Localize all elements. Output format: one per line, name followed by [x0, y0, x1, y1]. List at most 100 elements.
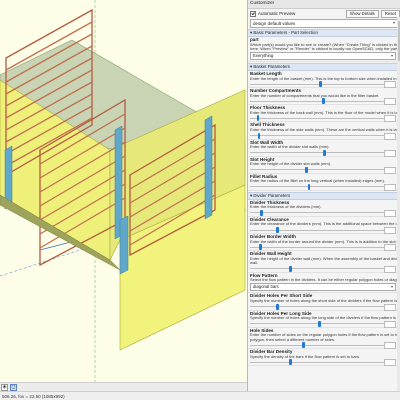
- slider-track: [250, 344, 384, 346]
- param-slider[interactable]: [250, 265, 396, 273]
- param-value-spinbox[interactable]: [384, 149, 396, 157]
- slider-track: [250, 117, 384, 119]
- divider-param-list: Divider Thickness Enter the thickness of …: [248, 200, 400, 273]
- slider-thumb[interactable]: [256, 115, 260, 122]
- slider-thumb[interactable]: [276, 303, 279, 310]
- customizer-panel: Customizer Automatic Preview Show Detail…: [247, 0, 400, 391]
- slider-thumb[interactable]: [276, 227, 279, 234]
- divider-param-2: Divider Border Width Enter the width of t…: [248, 234, 400, 252]
- group-basic-parameters[interactable]: ▾ Basic Parameters - Part Selection: [248, 29, 400, 37]
- param-slider[interactable]: [250, 81, 396, 89]
- param-slider[interactable]: [250, 149, 396, 157]
- param-value-spinbox[interactable]: [384, 132, 396, 140]
- slider-thumb[interactable]: [259, 244, 262, 251]
- slider-track: [250, 135, 384, 137]
- view-toolbar: ◈ ◻: [0, 382, 247, 391]
- basket-param-2: Floor Thickness Enter the thickness of th…: [248, 105, 400, 123]
- param-slider[interactable]: [250, 183, 396, 191]
- slider-thumb[interactable]: [318, 320, 321, 327]
- slider-track: [250, 229, 384, 231]
- customizer-title: Customizer: [248, 0, 400, 9]
- slider-track: [250, 186, 384, 188]
- param-value-spinbox[interactable]: [384, 209, 396, 217]
- perspective-icon[interactable]: ◈: [1, 383, 8, 391]
- group-basket-parameters[interactable]: ▾ Basket Parameters: [248, 63, 400, 72]
- group-basket-label: Basket Parameters: [253, 64, 290, 70]
- param-value-spinbox[interactable]: [384, 265, 396, 273]
- basket-param-3: Shell Thickness Enter the thickness of th…: [248, 122, 400, 140]
- scrollbar-thumb[interactable]: [397, 21, 400, 61]
- param-value-spinbox[interactable]: [384, 115, 396, 123]
- part-select[interactable]: Everything: [250, 52, 396, 61]
- basket-param-5: Slot Height Enter the height of the divid…: [248, 157, 400, 174]
- 3d-viewport[interactable]: [0, 0, 247, 382]
- divider-param-3: Divider Wall Height Enter the height of t…: [248, 251, 400, 273]
- slider-track: [250, 306, 384, 307]
- param-slider[interactable]: [250, 98, 396, 106]
- slider-track: [250, 212, 384, 214]
- param-value-spinbox[interactable]: [384, 303, 396, 311]
- automatic-preview-checkbox[interactable]: [250, 10, 256, 17]
- slider-thumb[interactable]: [307, 183, 311, 190]
- slider-thumb[interactable]: [305, 166, 308, 173]
- orthographic-icon[interactable]: ◻: [10, 383, 17, 391]
- group-divider-label: Divider Parameters: [253, 192, 291, 198]
- param-slider[interactable]: [250, 115, 396, 123]
- group-basic-label: Basic Parameters - Part Selection: [253, 30, 318, 35]
- param-value-spinbox[interactable]: [384, 227, 396, 235]
- slider-thumb[interactable]: [257, 132, 261, 139]
- param-flow-pattern: Flow Pattern Select the flow pattern in …: [248, 273, 400, 294]
- param-value-spinbox[interactable]: [384, 244, 396, 252]
- slider-thumb[interactable]: [323, 149, 326, 156]
- show-details-dropdown[interactable]: Show Details: [345, 9, 379, 18]
- slider-track: [250, 361, 384, 363]
- param-slider[interactable]: [250, 303, 396, 311]
- param-desc: Enter the height of the divider wall (mm…: [250, 256, 398, 261]
- slider-track: [250, 169, 384, 171]
- divider-extra-param-0: Divider Holes Per Short Side Specify the …: [248, 293, 400, 311]
- slider-track: [250, 246, 384, 248]
- divider-extra-param-2: Hole Sides Enter the number of sides on t…: [248, 328, 400, 350]
- param-slider[interactable]: [250, 166, 396, 174]
- tail-param-list: Divider Holes Per Short Side Specify the …: [248, 293, 400, 367]
- slider-thumb[interactable]: [289, 265, 292, 272]
- basket-param-0: Basket Length Enter the length of the bas…: [248, 71, 400, 89]
- slider-thumb[interactable]: [260, 209, 263, 216]
- param-slider[interactable]: [250, 227, 396, 235]
- group-divider-parameters[interactable]: ▾ Divider Parameters: [248, 191, 400, 200]
- param-value-spinbox[interactable]: [384, 320, 396, 328]
- flow-pattern-select[interactable]: diagonal bars: [250, 283, 396, 292]
- basket-param-4: Slot Wall Width Enter the width of the di…: [248, 140, 400, 157]
- param-value-spinbox[interactable]: [384, 342, 396, 350]
- slider-thumb[interactable]: [302, 342, 305, 349]
- slider-track: [250, 152, 384, 154]
- slider-track: [250, 100, 384, 102]
- model-render: [0, 0, 247, 382]
- divider-param-1: Divider Clearance Enter the clearance of …: [248, 217, 400, 235]
- param-value-spinbox[interactable]: [384, 183, 396, 191]
- basket-param-list: Basket Length Enter the length of the bas…: [248, 71, 400, 191]
- slider-track: [250, 83, 384, 85]
- param-desc: Select the flow pattern in the dividers.…: [250, 278, 398, 283]
- slider-thumb[interactable]: [319, 81, 322, 88]
- param-slider[interactable]: [250, 132, 396, 140]
- slider-track: [250, 268, 384, 270]
- param-slider[interactable]: [250, 320, 396, 328]
- basket-param-6: Fillet Radius Enter the radius of the fil…: [248, 174, 400, 191]
- param-value-spinbox[interactable]: [384, 81, 396, 89]
- slider-thumb[interactable]: [289, 359, 292, 366]
- param-part: part Which part(s) would you like to see…: [248, 37, 400, 63]
- param-slider[interactable]: [250, 209, 396, 217]
- divider-extra-param-1: Divider Holes Per Long Side Specify the n…: [248, 311, 400, 328]
- slider-thumb[interactable]: [322, 98, 325, 105]
- param-slider[interactable]: [250, 244, 396, 252]
- param-value-spinbox[interactable]: [384, 98, 396, 106]
- param-value-spinbox[interactable]: [384, 166, 396, 174]
- slider-track: [250, 323, 384, 325]
- param-slider[interactable]: [250, 359, 396, 367]
- param-value-spinbox[interactable]: [384, 359, 396, 367]
- divider-param-0: Divider Thickness Enter the thickness of …: [248, 200, 400, 217]
- param-slider[interactable]: [250, 342, 396, 350]
- preset-select[interactable]: design default values: [250, 19, 398, 28]
- param-desc: here. When "Preview" or "Render" is clic…: [250, 47, 398, 52]
